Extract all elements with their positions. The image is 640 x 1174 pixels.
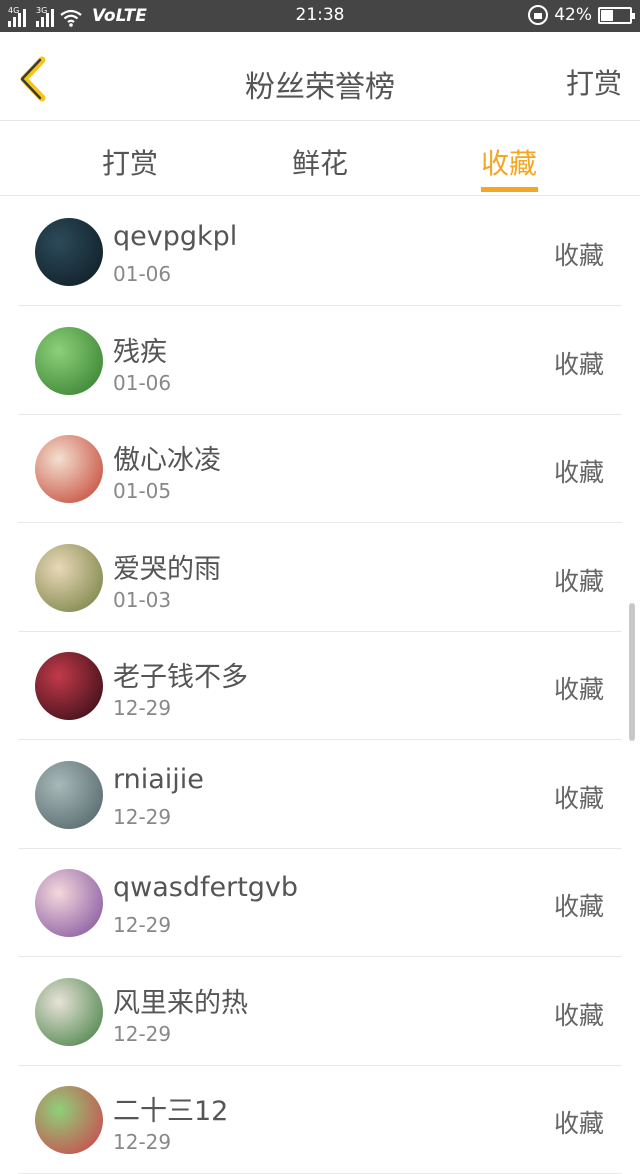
- tab-flowers[interactable]: 鲜花: [260, 142, 380, 182]
- list-item[interactable]: 老子钱不多 12-29 收藏: [18, 632, 622, 740]
- action-label: 收藏: [553, 784, 604, 813]
- list-item[interactable]: 爱哭的雨 01-03 收藏: [18, 524, 622, 632]
- avatar: [35, 1086, 103, 1154]
- avatar: [35, 761, 103, 829]
- action-label: 收藏: [553, 892, 604, 921]
- action-label: 收藏: [553, 458, 604, 487]
- avatar: [35, 327, 103, 395]
- avatar: [35, 218, 103, 286]
- user-name: 残疾: [113, 337, 167, 368]
- tab-favorites[interactable]: 收藏: [449, 142, 569, 192]
- battery-percent: 42%: [554, 5, 592, 25]
- user-name: 傲心冰凌: [113, 445, 221, 476]
- tab-label: 鲜花: [291, 147, 348, 180]
- action-label: 收藏: [553, 675, 604, 704]
- user-name: rniaijie: [113, 764, 204, 795]
- list-item[interactable]: rniaijie 12-29 收藏: [18, 741, 622, 849]
- action-label: 收藏: [553, 1109, 604, 1138]
- status-right: 42%: [528, 5, 635, 25]
- user-name: 风里来的热: [113, 988, 248, 1019]
- tab-label: 收藏: [480, 147, 537, 180]
- avatar: [35, 978, 103, 1046]
- user-date: 01-06: [113, 371, 172, 395]
- user-name: qevpgkpl: [113, 221, 238, 252]
- tab-reward[interactable]: 打赏: [70, 142, 190, 182]
- user-date: 12-29: [113, 913, 172, 937]
- list-item[interactable]: 残疾 01-06 收藏: [18, 307, 622, 415]
- action-label: 收藏: [553, 1001, 604, 1030]
- user-name: qwasdfertgvb: [113, 872, 299, 903]
- avatar: [35, 544, 103, 612]
- action-label: 收藏: [553, 241, 604, 270]
- battery-icon: [598, 6, 635, 24]
- list-item[interactable]: qwasdfertgvb 12-29 收藏: [18, 849, 622, 957]
- user-name: 老子钱不多: [113, 662, 248, 693]
- avatar: [35, 652, 103, 720]
- action-label: 收藏: [553, 350, 604, 379]
- user-date: 12-29: [113, 805, 172, 829]
- user-name: 二十三12: [113, 1096, 229, 1127]
- action-label: 收藏: [553, 567, 604, 596]
- tab-bar: 打赏 鲜花 收藏: [0, 122, 640, 196]
- user-date: 12-29: [113, 1022, 172, 1046]
- list-item[interactable]: 风里来的热 12-29 收藏: [18, 958, 622, 1066]
- active-tab-indicator: [481, 187, 538, 192]
- user-date: 01-03: [113, 588, 172, 612]
- tab-label: 打赏: [101, 147, 158, 180]
- user-date: 12-29: [113, 1130, 172, 1154]
- list-item[interactable]: 傲心冰凌 01-05 收藏: [18, 415, 622, 523]
- user-date: 01-06: [113, 262, 172, 286]
- scrollbar[interactable]: [629, 603, 635, 741]
- avatar: [35, 435, 103, 503]
- user-date: 12-29: [113, 696, 172, 720]
- nav-bar: 粉丝荣誉榜 打赏: [0, 32, 640, 121]
- avatar: [35, 869, 103, 937]
- list-item[interactable]: 二十三12 12-29 收藏: [18, 1066, 622, 1174]
- reward-button[interactable]: 打赏: [566, 62, 622, 102]
- user-name: 爱哭的雨: [113, 554, 221, 585]
- page-title: 粉丝荣誉榜: [245, 70, 395, 105]
- rotation-lock-icon: [528, 5, 549, 25]
- status-bar: 4G 3G VoLTE 21:38 42%: [0, 0, 640, 32]
- list-item[interactable]: qevpgkpl 01-06 收藏: [18, 198, 622, 306]
- user-date: 01-05: [113, 479, 172, 503]
